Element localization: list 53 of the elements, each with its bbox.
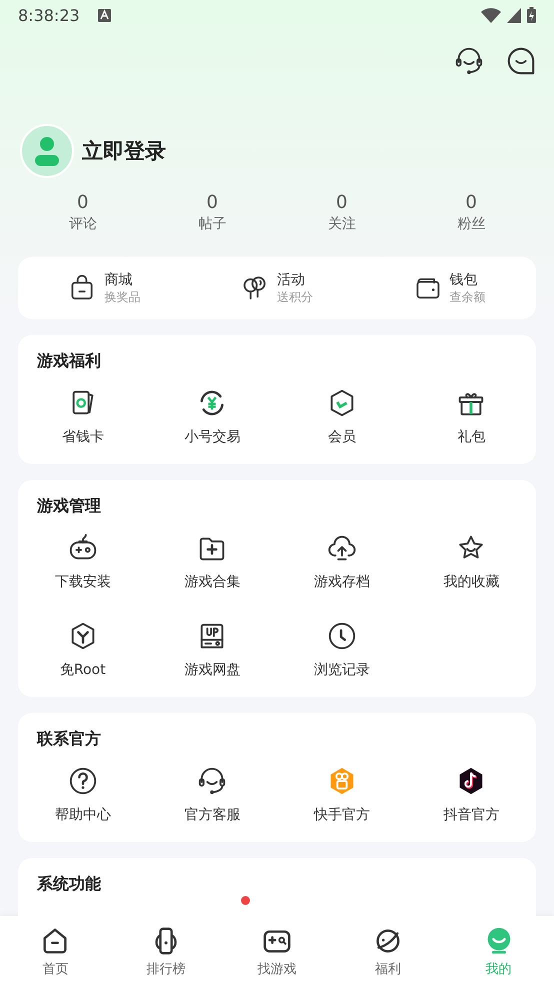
menu-item-label[interactable]: 快手官方 bbox=[314, 806, 370, 824]
clock-icon bbox=[326, 621, 357, 651]
stat-value: 0 bbox=[336, 192, 348, 213]
headset-icon bbox=[197, 766, 228, 796]
menu-item-label[interactable]: 官方客服 bbox=[184, 806, 240, 824]
quick-link-subtitle: 换奖品 bbox=[104, 288, 140, 306]
menu-item-label[interactable]: 抖音官方 bbox=[443, 806, 500, 824]
menu-item-label[interactable]: 游戏存档 bbox=[314, 573, 370, 591]
headset-icon bbox=[454, 46, 484, 76]
cloud-upload-icon bbox=[326, 533, 357, 563]
menu-item-label[interactable]: 礼包 bbox=[457, 428, 486, 446]
menu-item-label[interactable]: 游戏合集 bbox=[184, 573, 240, 591]
stat-value: 0 bbox=[77, 192, 88, 213]
status-time: 8:38:23 bbox=[18, 6, 80, 24]
wifi-icon bbox=[481, 8, 501, 22]
section-title: 系统功能 bbox=[37, 874, 101, 895]
quick-link-subtitle: 查余额 bbox=[450, 288, 486, 306]
help-icon bbox=[68, 766, 98, 796]
section-title: 游戏管理 bbox=[37, 496, 101, 517]
stat-label: 帖子 bbox=[198, 215, 226, 233]
section-title: 联系官方 bbox=[37, 729, 101, 750]
notification-dot bbox=[241, 896, 250, 905]
customer-service-button[interactable] bbox=[454, 46, 484, 76]
menu-item-label[interactable]: 会员 bbox=[328, 428, 356, 446]
quick-link-title[interactable]: 商城 bbox=[104, 270, 140, 288]
message-button[interactable] bbox=[506, 46, 536, 76]
nav-tab[interactable]: 找游戏 bbox=[222, 916, 332, 984]
stat-label: 评论 bbox=[68, 215, 97, 233]
user-icon bbox=[34, 136, 60, 166]
quick-link-subtitle: 送积分 bbox=[276, 288, 313, 306]
nav-tab[interactable]: 排行榜 bbox=[110, 916, 222, 984]
menu-item-label[interactable]: 帮助中心 bbox=[54, 806, 111, 824]
menu-item-label[interactable]: 浏览记录 bbox=[314, 661, 370, 679]
stat-value: 0 bbox=[206, 192, 218, 213]
menu-item-label[interactable]: 小号交易 bbox=[184, 428, 240, 446]
quick-link-title[interactable]: 钱包 bbox=[450, 270, 486, 288]
stat-label: 粉丝 bbox=[457, 215, 486, 233]
menu-item-label[interactable]: 免Root bbox=[60, 661, 106, 679]
quick-link-title[interactable]: 活动 bbox=[276, 270, 313, 288]
menu-item-label[interactable]: 下载安装 bbox=[54, 573, 111, 591]
chat-bubble-icon bbox=[506, 46, 536, 76]
menu-item-label[interactable]: 游戏网盘 bbox=[184, 661, 240, 679]
battery-icon bbox=[527, 7, 536, 23]
keyboard-icon bbox=[98, 8, 111, 22]
stat-value: 0 bbox=[466, 192, 477, 213]
menu-item-label[interactable]: 省钱卡 bbox=[62, 428, 104, 446]
nav-tab[interactable]: 首页 bbox=[0, 916, 111, 984]
menu-item-label[interactable]: 我的收藏 bbox=[443, 573, 500, 591]
nav-tab[interactable]: 福利 bbox=[332, 916, 444, 984]
stat-label: 关注 bbox=[328, 215, 356, 233]
login-link[interactable]: 立即登录 bbox=[82, 137, 166, 165]
signal-icon bbox=[507, 8, 521, 22]
section-title: 游戏福利 bbox=[37, 351, 101, 372]
